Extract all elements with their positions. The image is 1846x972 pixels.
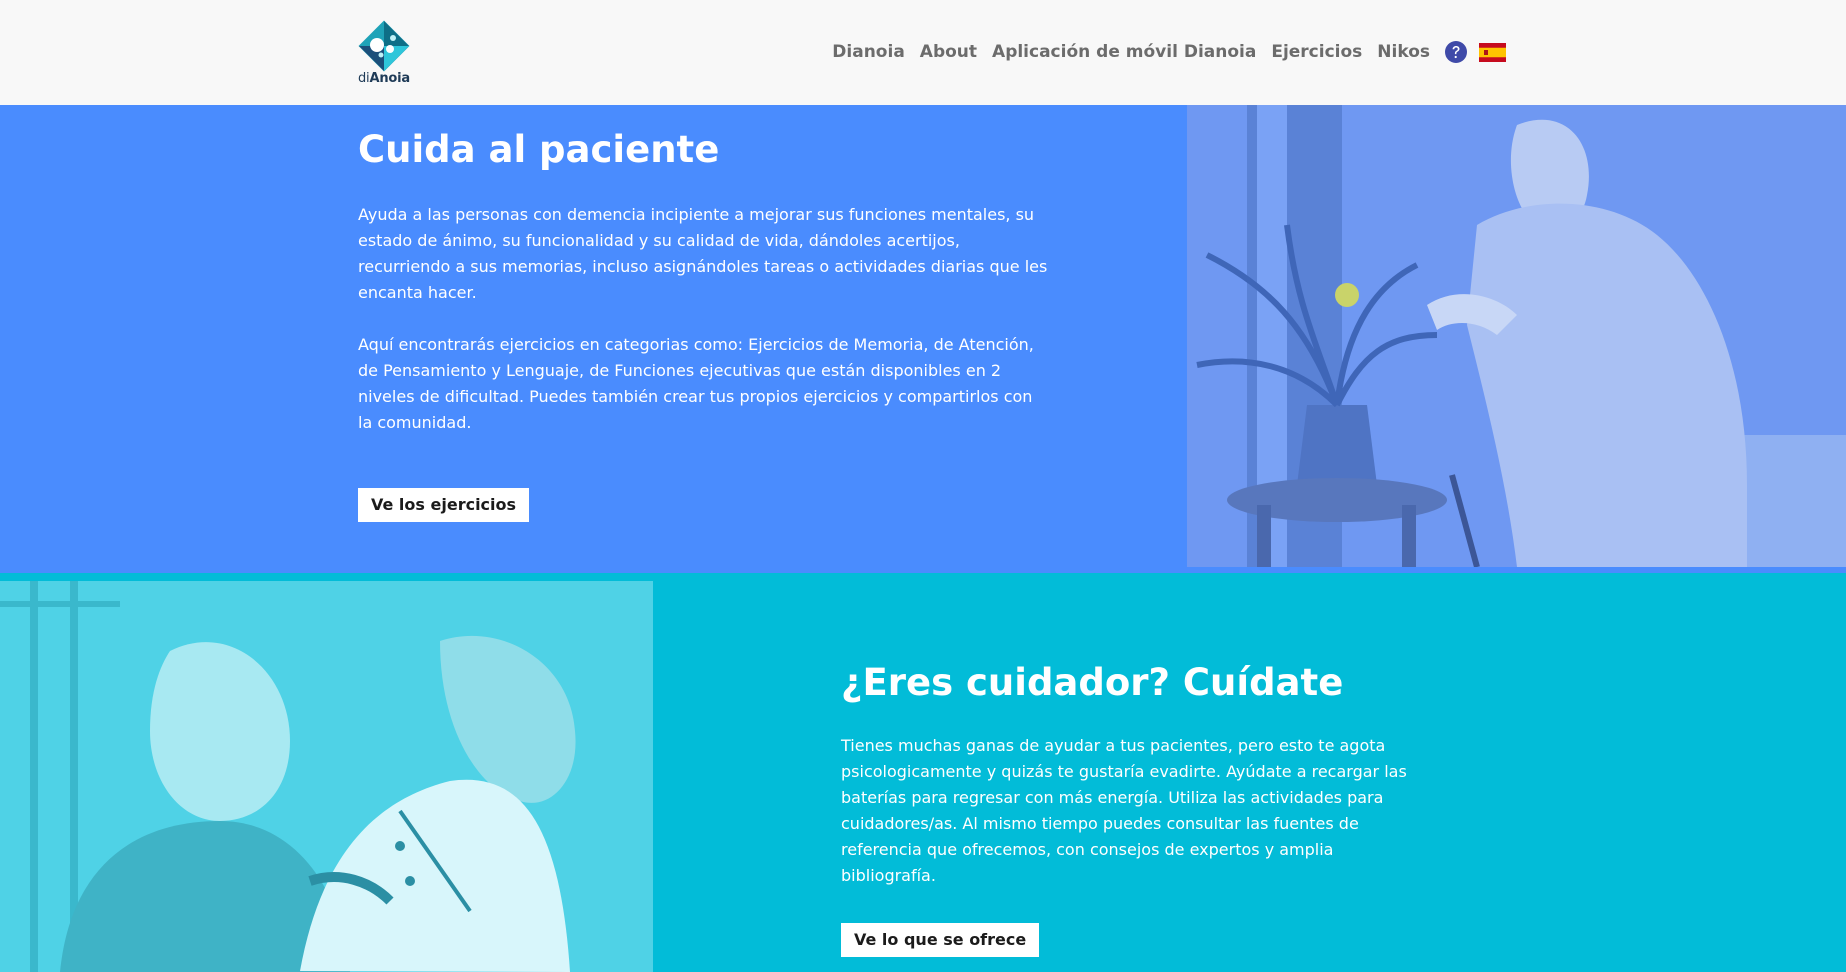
elderly-woman-plant-photo [1187,105,1846,567]
patient-paragraph-1: Ayuda a las personas con demencia incipi… [358,205,1048,302]
nav-link-about[interactable]: About [920,40,977,64]
main-nav: Dianoia About Aplicación de móvil Dianoi… [832,40,1506,64]
caregiver-paragraph: Tienes muchas ganas de ayudar a tus paci… [841,736,1407,885]
patient-section-title: Cuida al paciente [358,128,720,171]
caregiver-section-title: ¿Eres cuidador? Cuídate [841,661,1344,704]
logo-wordmark: diAnoia [358,71,410,86]
caregiver-and-patient-photo [0,581,653,972]
view-exercises-button[interactable]: Ve los ejercicios [358,488,530,522]
patient-section: Cuida al paciente Ayuda a las personas c… [0,105,1846,573]
nav-link-mobile-app[interactable]: Aplicación de móvil Dianoia [992,40,1256,64]
logo-diamond-icon [358,20,410,72]
nav-link-nikos[interactable]: Nikos [1377,40,1430,64]
site-header: diAnoia Dianoia About Aplicación de móvi… [0,0,1846,105]
view-offer-button[interactable]: Ve lo que se ofrece [841,923,1040,957]
spain-flag-icon[interactable] [1479,42,1506,62]
patient-paragraph-2: Aquí encontrarás ejercicios en categoria… [358,335,1034,432]
question-circle-icon[interactable] [1445,41,1467,63]
caregiver-section: ¿Eres cuidador? Cuídate Tienes muchas ga… [0,573,1846,972]
dianoia-logo[interactable]: diAnoia [357,19,411,89]
nav-link-dianoia[interactable]: Dianoia [832,40,905,64]
nav-link-ejercicios[interactable]: Ejercicios [1271,40,1362,64]
